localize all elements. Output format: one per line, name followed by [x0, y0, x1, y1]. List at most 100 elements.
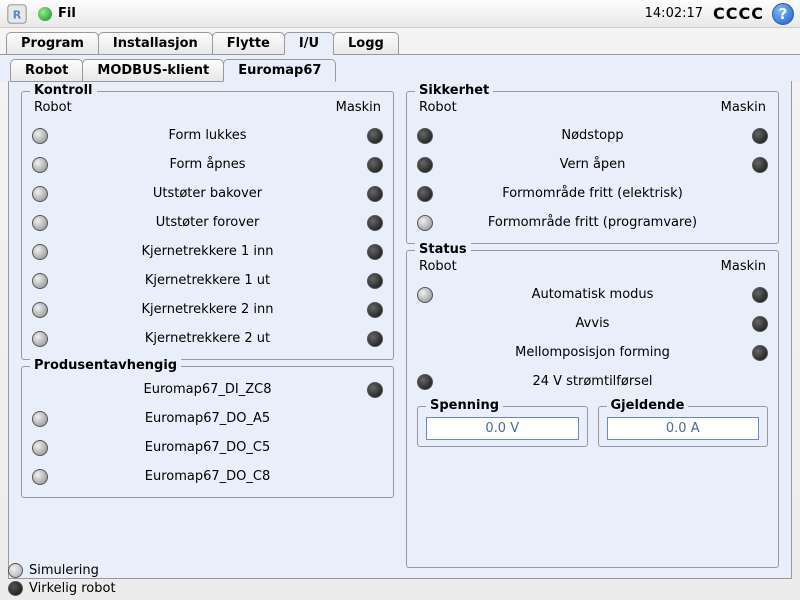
- subtab-modbus[interactable]: MODBUS-klient: [82, 59, 224, 82]
- io-label: Formområde fritt (elektrisk): [433, 186, 752, 201]
- io-label: Euromap67_DO_C8: [48, 469, 367, 484]
- real-toggle[interactable]: Virkelig robot: [8, 581, 116, 596]
- spenning-title: Spenning: [426, 398, 503, 413]
- ur-logo: R: [6, 3, 28, 25]
- led-maskin: [367, 157, 383, 173]
- led-maskin: [367, 273, 383, 289]
- led-robot: [417, 186, 433, 202]
- led-maskin: [367, 215, 383, 231]
- io-row: Euromap67_DI_ZC8: [32, 375, 383, 404]
- led-maskin: [367, 382, 383, 398]
- status-rows: Automatisk modus Avvis Mellomposisjon form…: [417, 280, 768, 396]
- produsent-title: Produsentavhengig: [30, 358, 181, 373]
- io-label: 24 V strømtilførsel: [433, 374, 752, 389]
- io-row: Utstøter forover: [32, 208, 383, 237]
- io-row: Mellomposisjon forming: [417, 338, 768, 367]
- tab-iu[interactable]: I/U: [284, 32, 334, 55]
- subtab-euromap[interactable]: Euromap67: [223, 59, 336, 82]
- led-robot: [417, 128, 433, 144]
- clock: 14:02:17: [645, 6, 703, 21]
- radio-icon: [8, 581, 23, 596]
- sikkerhet-rows: Nødstopp Vern åpen Formområde fritt (elekt…: [417, 121, 768, 237]
- tab-installasjon[interactable]: Installasjon: [98, 32, 213, 55]
- io-row: Kjernetrekkere 1 inn: [32, 237, 383, 266]
- io-row: Kjernetrekkere 2 inn: [32, 295, 383, 324]
- real-label: Virkelig robot: [29, 581, 116, 596]
- io-row: Kjernetrekkere 1 ut: [32, 266, 383, 295]
- radio-icon: [8, 563, 23, 578]
- led-robot: [32, 128, 48, 144]
- kontroll-rows: Form lukkes Form åpnes Utstøter bakover Uts…: [32, 121, 383, 353]
- io-label: Kjernetrekkere 2 inn: [48, 302, 367, 317]
- tab-program[interactable]: Program: [6, 32, 99, 55]
- io-label: Vern åpen: [433, 157, 752, 172]
- io-row: Automatisk modus: [417, 280, 768, 309]
- gjeldende-title: Gjeldende: [607, 398, 689, 413]
- file-menu[interactable]: Fil: [58, 6, 76, 21]
- produsent-group: Produsentavhengig Euromap67_DI_ZC8Euroma…: [21, 366, 394, 498]
- io-row: Avvis: [417, 309, 768, 338]
- led-robot: [32, 186, 48, 202]
- led-robot: [417, 215, 433, 231]
- led-maskin: [367, 186, 383, 202]
- subtab-robot[interactable]: Robot: [10, 59, 83, 82]
- hdr-maskin: Maskin: [336, 100, 381, 115]
- svg-text:R: R: [13, 8, 22, 21]
- hdr-robot: Robot: [419, 100, 457, 115]
- led-maskin: [367, 128, 383, 144]
- led-maskin: [367, 244, 383, 260]
- sikkerhet-title: Sikkerhet: [415, 83, 493, 98]
- spenning-value: 0.0 V: [426, 417, 579, 440]
- io-row: Formområde fritt (programvare): [417, 208, 768, 237]
- help-button[interactable]: ?: [772, 3, 794, 25]
- io-row: Form lukkes: [32, 121, 383, 150]
- io-label: Form lukkes: [48, 128, 367, 143]
- io-row: Euromap67_DO_A5: [32, 404, 383, 433]
- led-maskin: [367, 331, 383, 347]
- led-robot: [32, 157, 48, 173]
- io-label: Euromap67_DO_A5: [48, 411, 367, 426]
- footer-toggles: Simulering Virkelig robot: [8, 563, 116, 596]
- connection-status-icon: [38, 7, 52, 21]
- kontroll-group: Kontroll RobotMaskin Form lukkesForm åpn…: [21, 91, 394, 360]
- io-row: Form åpnes: [32, 150, 383, 179]
- sim-toggle[interactable]: Simulering: [8, 563, 116, 578]
- tab-logg[interactable]: Logg: [333, 32, 399, 55]
- io-label: Automatisk modus: [433, 287, 752, 302]
- led-robot: [417, 374, 433, 390]
- led-maskin: [752, 128, 768, 144]
- sub-tabs: Robot MODBUS-klient Euromap67: [0, 54, 800, 82]
- io-label: Euromap67_DO_C5: [48, 440, 367, 455]
- io-row: Vern åpen: [417, 150, 768, 179]
- led-maskin: [752, 157, 768, 173]
- main-tabs: Program Installasjon Flytte I/U Logg: [0, 28, 800, 55]
- gjeldende-value: 0.0 A: [607, 417, 760, 440]
- status-group: Status RobotMaskin Automatisk modusAvvis…: [406, 250, 779, 568]
- led-robot: [32, 244, 48, 260]
- hdr-robot: Robot: [34, 100, 72, 115]
- led-robot: [32, 273, 48, 289]
- led-robot: [32, 440, 48, 456]
- status-code: CCCC: [713, 4, 764, 23]
- led-robot: [32, 302, 48, 318]
- io-label: Nødstopp: [433, 128, 752, 143]
- led-robot: [417, 157, 433, 173]
- io-label: Utstøter bakover: [48, 186, 367, 201]
- io-row: Nødstopp: [417, 121, 768, 150]
- produsent-rows: Euromap67_DI_ZC8 Euromap67_DO_A5 Euromap67…: [32, 375, 383, 491]
- gjeldende-group: Gjeldende 0.0 A: [598, 406, 769, 447]
- io-label: Utstøter forover: [48, 215, 367, 230]
- io-row: 24 V strømtilførsel: [417, 367, 768, 396]
- io-label: Formområde fritt (programvare): [433, 215, 752, 230]
- hdr-robot: Robot: [419, 259, 457, 274]
- io-label: Kjernetrekkere 1 ut: [48, 273, 367, 288]
- tab-flytte[interactable]: Flytte: [212, 32, 285, 55]
- io-row: Euromap67_DO_C5: [32, 433, 383, 462]
- led-maskin: [752, 316, 768, 332]
- led-robot: [32, 469, 48, 485]
- spenning-group: Spenning 0.0 V: [417, 406, 588, 447]
- io-row: Utstøter bakover: [32, 179, 383, 208]
- led-robot: [417, 287, 433, 303]
- io-label: Mellomposisjon forming: [433, 345, 752, 360]
- hdr-maskin: Maskin: [721, 259, 766, 274]
